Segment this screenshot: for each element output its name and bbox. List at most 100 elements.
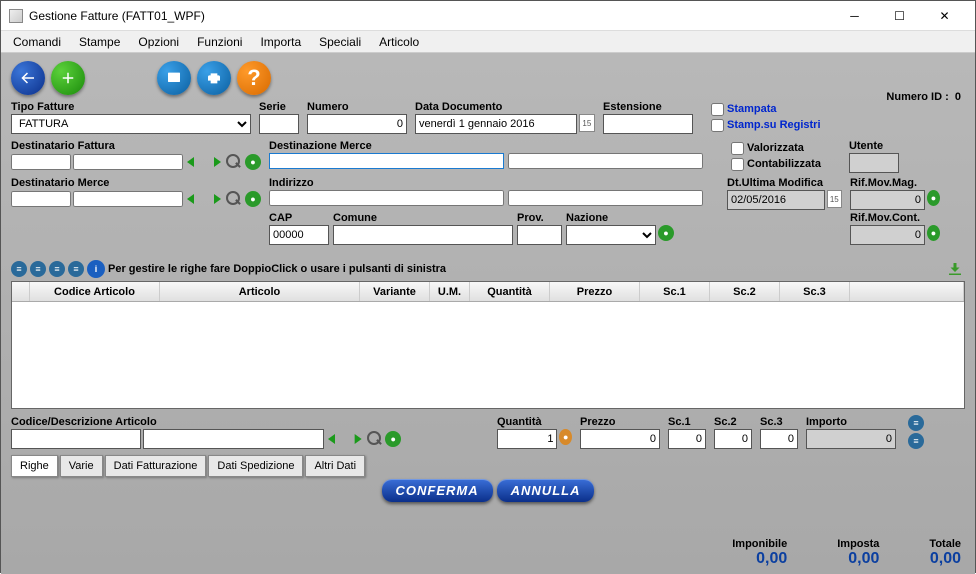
sc2-input[interactable]: [714, 429, 752, 449]
rif-cont-go-icon[interactable]: ●: [927, 225, 940, 241]
quantita-label: Quantità: [497, 416, 572, 428]
tab-dati-fatturazione[interactable]: Dati Fatturazione: [105, 455, 207, 477]
menu-articolo[interactable]: Articolo: [371, 33, 427, 51]
tab-dati-spedizione[interactable]: Dati Spedizione: [208, 455, 303, 477]
entry-tool-1-icon[interactable]: ≡: [908, 415, 924, 431]
download-icon[interactable]: [945, 259, 965, 279]
arrow-right-icon[interactable]: [205, 155, 223, 169]
print-button[interactable]: [197, 61, 231, 95]
conferma-button[interactable]: CONFERMA: [382, 479, 493, 502]
indirizzo-1[interactable]: [269, 190, 504, 206]
serie-label: Serie: [259, 101, 299, 113]
quantita-input[interactable]: [497, 429, 557, 449]
info-icon[interactable]: i: [87, 260, 105, 278]
contabilizzata-check[interactable]: [731, 158, 744, 171]
search-icon-2[interactable]: [225, 190, 243, 208]
ultima-mod-label: Dt.Ultima Modifica: [727, 177, 842, 189]
indirizzo-2[interactable]: [508, 190, 703, 206]
destinazione-merce-2[interactable]: [508, 153, 703, 169]
add-button[interactable]: [51, 61, 85, 95]
serie-input[interactable]: [259, 114, 299, 134]
rif-mag-go-icon[interactable]: ●: [927, 190, 940, 206]
entry-search-icon[interactable]: [366, 430, 384, 448]
go-icon-2[interactable]: ●: [245, 191, 261, 207]
stamp-reg-check[interactable]: [711, 119, 724, 132]
go-icon[interactable]: ●: [245, 154, 261, 170]
valorizzata-check[interactable]: [731, 142, 744, 155]
grid-tool-4-icon[interactable]: ≡: [68, 261, 84, 277]
codice-input[interactable]: [11, 429, 141, 449]
help-button[interactable]: ?: [237, 61, 271, 95]
menu-opzioni[interactable]: Opzioni: [130, 33, 187, 51]
minimize-button[interactable]: ─: [832, 2, 877, 30]
sc1-label: Sc.1: [668, 416, 706, 428]
grid-header: Codice Articolo Articolo Variante U.M. Q…: [12, 282, 964, 302]
grid-tool-2-icon[interactable]: ≡: [30, 261, 46, 277]
nazione-select[interactable]: [566, 225, 656, 245]
menu-speciali[interactable]: Speciali: [311, 33, 369, 51]
menu-comandi[interactable]: Comandi: [5, 33, 69, 51]
numero-input[interactable]: [307, 114, 407, 134]
totale-label: Totale: [929, 538, 961, 550]
menu-importa[interactable]: Importa: [252, 33, 309, 51]
toolbar: ?: [11, 57, 965, 99]
calendar-icon[interactable]: 15: [579, 114, 595, 132]
screen-button[interactable]: [157, 61, 191, 95]
titlebar: Gestione Fatture (FATT01_WPF) ─ ☐ ✕: [1, 1, 975, 31]
tabs: Righe Varie Dati Fatturazione Dati Spedi…: [11, 455, 965, 477]
col-sc1: Sc.1: [640, 282, 710, 301]
grid-tool-3-icon[interactable]: ≡: [49, 261, 65, 277]
tab-altri-dati[interactable]: Altri Dati: [305, 455, 365, 477]
comune-input[interactable]: [333, 225, 513, 245]
estensione-input[interactable]: [603, 114, 693, 134]
prezzo-label: Prezzo: [580, 416, 660, 428]
prezzo-input[interactable]: [580, 429, 660, 449]
indirizzo-label: Indirizzo: [269, 177, 719, 189]
tab-varie[interactable]: Varie: [60, 455, 103, 477]
data-doc-input[interactable]: [415, 114, 577, 134]
imponibile-label: Imponibile: [732, 538, 787, 550]
grid-tool-1-icon[interactable]: ≡: [11, 261, 27, 277]
nazione-go-icon[interactable]: ●: [658, 225, 674, 241]
quantita-icon[interactable]: ●: [559, 429, 572, 445]
stampata-check[interactable]: [711, 103, 724, 116]
destinazione-merce-1[interactable]: [269, 153, 504, 169]
entry-go-icon[interactable]: ●: [385, 431, 401, 447]
prov-input[interactable]: [517, 225, 562, 245]
rif-mag-input: [850, 190, 925, 210]
tipo-fatture-label: Tipo Fatture: [11, 101, 251, 113]
dest-fattura-code[interactable]: [11, 154, 71, 170]
dest-merce-code[interactable]: [11, 191, 71, 207]
dest-merce-desc[interactable]: [73, 191, 183, 207]
importo-label: Importo: [806, 416, 896, 428]
sc3-input[interactable]: [760, 429, 798, 449]
calendar-icon-2[interactable]: 15: [827, 190, 842, 208]
descrizione-input[interactable]: [143, 429, 324, 449]
ultima-mod-input: [727, 190, 825, 210]
entry-arrow-left-icon[interactable]: [326, 432, 344, 446]
sc1-input[interactable]: [668, 429, 706, 449]
prov-label: Prov.: [517, 212, 562, 224]
arrow-left-icon[interactable]: [185, 155, 203, 169]
close-button[interactable]: ✕: [922, 2, 967, 30]
annulla-button[interactable]: ANNULLA: [497, 479, 595, 502]
tab-righe[interactable]: Righe: [11, 455, 58, 477]
sc2-label: Sc.2: [714, 416, 752, 428]
comune-label: Comune: [333, 212, 513, 224]
back-button[interactable]: [11, 61, 45, 95]
tipo-fatture-select[interactable]: FATTURA: [11, 114, 251, 134]
utente-label: Utente: [849, 140, 899, 152]
menu-stampe[interactable]: Stampe: [71, 33, 128, 51]
maximize-button[interactable]: ☐: [877, 2, 922, 30]
search-icon[interactable]: [225, 153, 243, 171]
arrow-right-icon-2[interactable]: [205, 192, 223, 206]
dest-fattura-desc[interactable]: [73, 154, 183, 170]
entry-tool-2-icon[interactable]: ≡: [908, 433, 924, 449]
numero-id: Numero ID : 0: [886, 91, 961, 103]
grid[interactable]: Codice Articolo Articolo Variante U.M. Q…: [11, 281, 965, 409]
arrow-left-icon-2[interactable]: [185, 192, 203, 206]
sc3-label: Sc.3: [760, 416, 798, 428]
cap-input[interactable]: [269, 225, 329, 245]
menu-funzioni[interactable]: Funzioni: [189, 33, 250, 51]
entry-arrow-right-icon[interactable]: [346, 432, 364, 446]
